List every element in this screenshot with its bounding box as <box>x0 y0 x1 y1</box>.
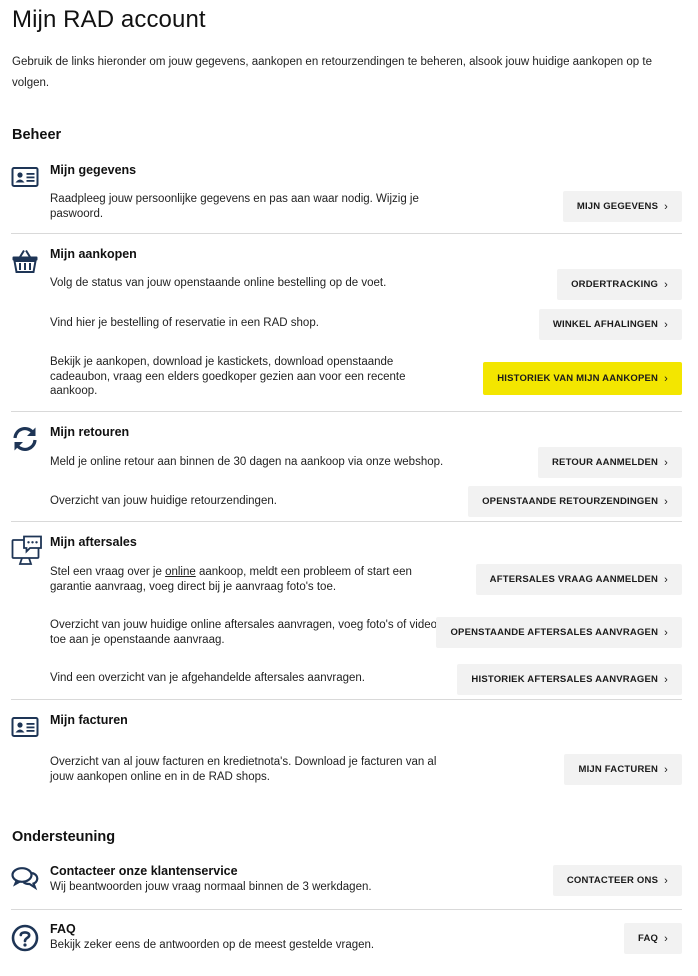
mijn-gegevens-button[interactable]: MIJN GEGEVENS › <box>562 191 682 222</box>
online-link[interactable]: online <box>165 566 196 578</box>
historiek-aankopen-button[interactable]: HISTORIEK VAN MIJN AANKOPEN › <box>483 362 682 395</box>
winkel-afhalingen-button[interactable]: WINKEL AFHALINGEN › <box>538 309 682 340</box>
page-intro: Gebruik de links hieronder om jouw gegev… <box>12 56 652 89</box>
retouren-row-text: Overzicht van jouw huidige retourzending… <box>50 495 277 507</box>
aankopen-row-text: Volg de status van jouw openstaande onli… <box>50 277 387 289</box>
klantenservice-description: Wij beantwoorden jouw vraag normaal binn… <box>50 881 372 893</box>
openstaande-retourzendingen-button[interactable]: OPENSTAANDE RETOURZENDINGEN › <box>468 486 682 517</box>
divider <box>11 521 682 522</box>
chevron-right-icon: › <box>664 573 668 586</box>
aankopen-row-text: Bekijk je aankopen, download je kasticke… <box>50 356 406 397</box>
chevron-right-icon: › <box>664 495 668 508</box>
section-heading-beheer: Beheer <box>12 127 62 143</box>
group-title-faq: FAQ <box>50 922 76 936</box>
group-title-aftersales: Mijn aftersales <box>50 535 137 549</box>
chevron-right-icon: › <box>664 372 668 385</box>
chevron-right-icon: › <box>664 763 668 776</box>
faq-button[interactable]: FAQ › <box>623 923 682 954</box>
chevron-right-icon: › <box>664 200 668 213</box>
group-title-gegevens: Mijn gegevens <box>50 163 137 177</box>
chevron-right-icon: › <box>664 932 668 945</box>
page-title: Mijn RAD account <box>12 6 206 33</box>
group-title-retouren: Mijn retouren <box>50 425 130 439</box>
aftersales-row-text: Vind een overzicht van je afgehandelde a… <box>50 672 365 684</box>
aftersales-vraag-aanmelden-button[interactable]: AFTERSALES VRAAG AANMELDEN › <box>475 564 682 595</box>
faq-description: Bekijk zeker eens de antwoorden op de me… <box>50 939 375 951</box>
ordertracking-button[interactable]: ORDERTRACKING › <box>557 269 682 300</box>
chevron-right-icon: › <box>664 673 668 686</box>
aftersales-row-text: Overzicht van jouw huidige online afters… <box>50 619 445 646</box>
id-card-icon <box>11 163 39 191</box>
group-title-facturen: Mijn facturen <box>50 713 128 727</box>
group-title-aankopen: Mijn aankopen <box>50 247 137 261</box>
retour-aanmelden-button[interactable]: RETOUR AANMELDEN › <box>538 447 682 478</box>
group-title-klantenservice: Contacteer onze klantenservice <box>50 864 238 878</box>
section-heading-ondersteuning: Ondersteuning <box>12 829 116 845</box>
divider <box>11 699 682 700</box>
basket-icon <box>11 247 39 275</box>
chevron-right-icon: › <box>664 456 668 469</box>
chevron-right-icon: › <box>664 626 668 639</box>
monitor-chat-icon <box>11 535 43 569</box>
facturen-description: Overzicht van al jouw facturen en kredie… <box>50 756 437 783</box>
gegevens-description: Raadpleeg jouw persoonlijke gegevens en … <box>50 193 419 220</box>
question-circle-icon <box>11 924 39 952</box>
historiek-aftersales-button[interactable]: HISTORIEK AFTERSALES AANVRAGEN › <box>457 664 682 695</box>
mijn-facturen-button[interactable]: MIJN FACTUREN › <box>564 754 682 785</box>
divider <box>11 411 682 412</box>
contacteer-ons-button[interactable]: CONTACTEER ONS › <box>552 865 682 896</box>
aftersales-row-text: Stel een vraag over je online aankoop, m… <box>50 566 412 593</box>
refresh-arrows-icon <box>11 425 39 453</box>
chat-bubbles-icon <box>11 864 39 892</box>
chevron-right-icon: › <box>664 278 668 291</box>
id-card-icon <box>11 713 39 741</box>
chevron-right-icon: › <box>664 318 668 331</box>
divider <box>11 909 682 910</box>
chevron-right-icon: › <box>664 874 668 887</box>
divider <box>11 233 682 234</box>
openstaande-aftersales-button[interactable]: OPENSTAANDE AFTERSALES AANVRAGEN › <box>436 617 682 648</box>
aankopen-row-text: Vind hier je bestelling of reservatie in… <box>50 317 319 329</box>
retouren-row-text: Meld je online retour aan binnen de 30 d… <box>50 456 444 468</box>
